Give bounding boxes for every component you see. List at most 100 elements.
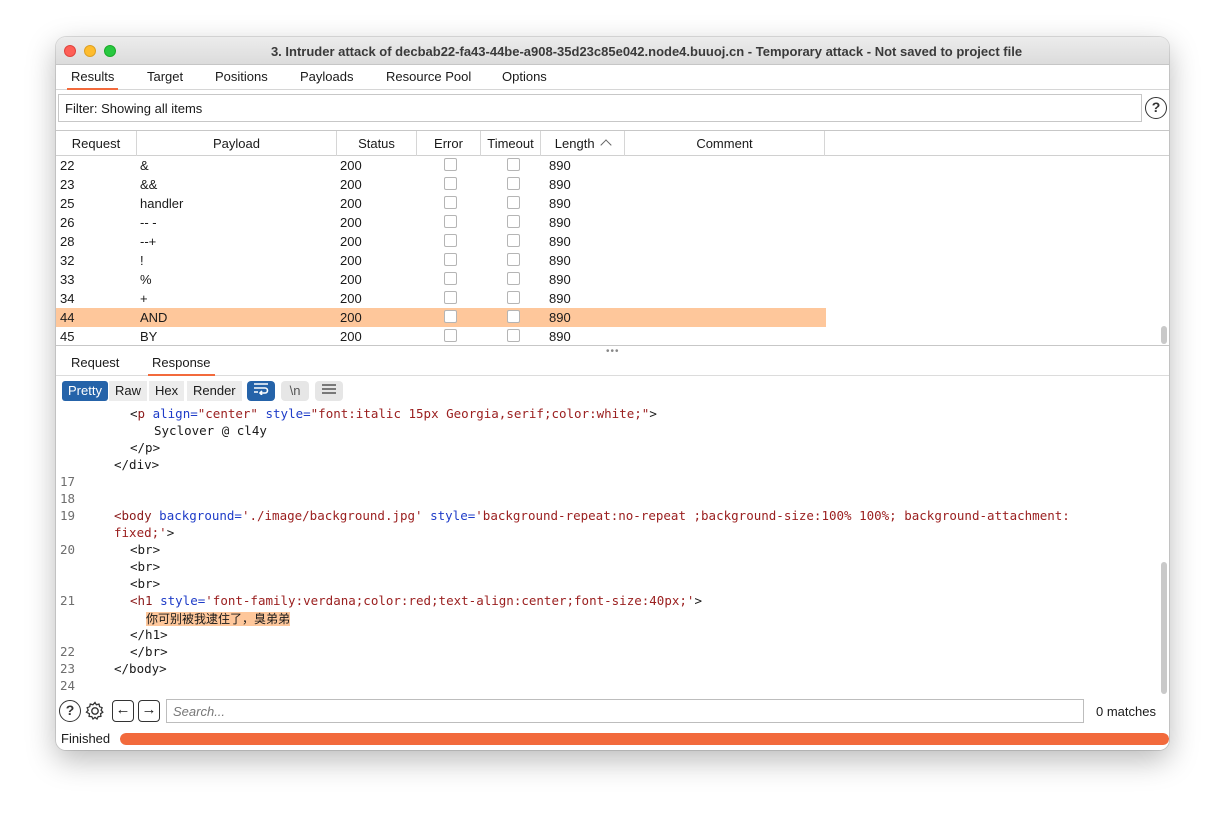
- close-window-button[interactable]: [64, 45, 76, 57]
- tab-results[interactable]: Results: [67, 69, 119, 90]
- view-raw-button[interactable]: Raw: [109, 381, 148, 401]
- cell-payload: AND: [140, 310, 168, 325]
- line-number: 23: [60, 661, 76, 676]
- search-input[interactable]: Search...: [166, 699, 1084, 723]
- line-number: 20: [60, 542, 76, 557]
- table-row[interactable]: 44 AND 200 890: [56, 308, 826, 327]
- cell-request: 44: [60, 310, 75, 325]
- table-row[interactable]: 32! 200 890: [56, 251, 826, 270]
- error-checkbox: [444, 253, 457, 266]
- line-number: 19: [60, 508, 76, 523]
- code-token: style=: [422, 508, 476, 523]
- timeout-checkbox: [507, 177, 520, 190]
- cell-length: 890: [549, 158, 571, 173]
- line-number: 21: [60, 593, 76, 608]
- cell-request: 28: [60, 234, 75, 249]
- cell-payload: --+: [140, 234, 157, 249]
- cell-length: 890: [549, 215, 571, 230]
- table-row[interactable]: 25 handler 200 890: [56, 194, 826, 213]
- cell-request: 45: [60, 329, 75, 344]
- line-number: 24: [60, 678, 76, 693]
- tab-response[interactable]: Response: [148, 355, 215, 376]
- view-pretty-button[interactable]: Pretty: [62, 381, 108, 401]
- timeout-checkbox: [507, 196, 520, 209]
- menu-icon[interactable]: [315, 381, 343, 401]
- cell-status: 200: [340, 272, 362, 287]
- table-header: Request Payload Status Error Timeout Len…: [56, 131, 1169, 156]
- col-request[interactable]: Request: [56, 131, 137, 156]
- tab-target[interactable]: Target: [143, 69, 187, 90]
- table-row[interactable]: 45 BY 200 890: [56, 327, 826, 345]
- settings-gear-icon[interactable]: [84, 700, 106, 722]
- cell-length: 890: [549, 310, 571, 325]
- col-timeout[interactable]: Timeout: [481, 131, 541, 156]
- table-row[interactable]: 33% 200 890: [56, 270, 826, 289]
- next-match-arrow-icon[interactable]: →: [138, 700, 160, 722]
- cell-payload: handler: [140, 196, 184, 211]
- cell-length: 890: [549, 253, 571, 268]
- line-number: 22: [60, 644, 76, 659]
- timeout-checkbox: [507, 234, 520, 247]
- col-error[interactable]: Error: [417, 131, 481, 156]
- code-line: <br>: [130, 559, 161, 574]
- tab-options[interactable]: Options: [498, 69, 551, 90]
- highlighted-match: 你可别被我逮住了，臭弟弟: [146, 612, 291, 626]
- cell-payload: -- -: [140, 215, 157, 230]
- tab-request[interactable]: Request: [67, 355, 123, 376]
- cell-request: 26: [60, 215, 75, 230]
- code-line: </br>: [130, 644, 168, 659]
- newline-toggle-icon[interactable]: \n: [281, 381, 309, 401]
- tab-payloads[interactable]: Payloads: [296, 69, 357, 90]
- table-row[interactable]: 26 -- - 200 890: [56, 213, 826, 232]
- view-render-button[interactable]: Render: [187, 381, 242, 401]
- help-icon[interactable]: ?: [59, 700, 81, 722]
- main-tabs: Results Target Positions Payloads Resour…: [56, 65, 1169, 90]
- table-row[interactable]: 28 --+ 200 890: [56, 232, 826, 251]
- cell-status: 200: [340, 329, 362, 344]
- results-scrollbar[interactable]: [1161, 326, 1167, 344]
- table-row[interactable]: 34 +200 890: [56, 289, 826, 308]
- minimize-window-button[interactable]: [84, 45, 96, 57]
- code-token: style=: [257, 406, 311, 421]
- filter-help-icon[interactable]: ?: [1145, 97, 1167, 119]
- code-token: style=: [152, 593, 206, 608]
- error-checkbox: [444, 272, 457, 285]
- line-number: 17: [60, 474, 76, 489]
- tab-positions[interactable]: Positions: [211, 69, 272, 90]
- code-token: 'background-repeat:no-repeat ;background…: [475, 508, 1070, 523]
- line-number: 18: [60, 491, 76, 506]
- code-token: <body: [114, 508, 152, 523]
- timeout-checkbox: [507, 329, 520, 342]
- code-line: </h1>: [130, 627, 168, 642]
- wrap-lines-icon[interactable]: [247, 381, 275, 401]
- col-status[interactable]: Status: [337, 131, 417, 156]
- col-length[interactable]: Length: [541, 131, 625, 156]
- response-editor[interactable]: <p align="center" style="font:italic 15p…: [56, 406, 1169, 696]
- cell-payload: !: [140, 253, 144, 268]
- message-tabs: Request Response: [56, 350, 1169, 376]
- table-row[interactable]: 22 & 200 890: [56, 156, 826, 175]
- code-line: </body>: [114, 661, 167, 676]
- title-bar: 3. Intruder attack of decbab22-fa43-44be…: [56, 37, 1169, 65]
- timeout-checkbox: [507, 158, 520, 171]
- code-line: </div>: [114, 457, 160, 472]
- col-payload[interactable]: Payload: [137, 131, 337, 156]
- timeout-checkbox: [507, 215, 520, 228]
- view-hex-button[interactable]: Hex: [149, 381, 185, 401]
- code-token: >: [166, 525, 175, 540]
- cell-request: 34: [60, 291, 75, 306]
- tab-resource-pool[interactable]: Resource Pool: [382, 69, 475, 90]
- previous-match-arrow-icon[interactable]: ←: [112, 700, 134, 722]
- filter-bar[interactable]: Filter: Showing all items: [58, 94, 1142, 122]
- error-checkbox: [444, 215, 457, 228]
- code-token: "center": [197, 406, 258, 421]
- results-table: Request Payload Status Error Timeout Len…: [56, 130, 1169, 346]
- editor-scrollbar[interactable]: [1161, 562, 1167, 694]
- cell-payload: %: [140, 272, 152, 287]
- table-row[interactable]: 23 && 200 890: [56, 175, 826, 194]
- cell-status: 200: [340, 253, 362, 268]
- error-checkbox: [444, 310, 457, 323]
- col-comment[interactable]: Comment: [625, 131, 825, 156]
- maximize-window-button[interactable]: [104, 45, 116, 57]
- error-checkbox: [444, 196, 457, 209]
